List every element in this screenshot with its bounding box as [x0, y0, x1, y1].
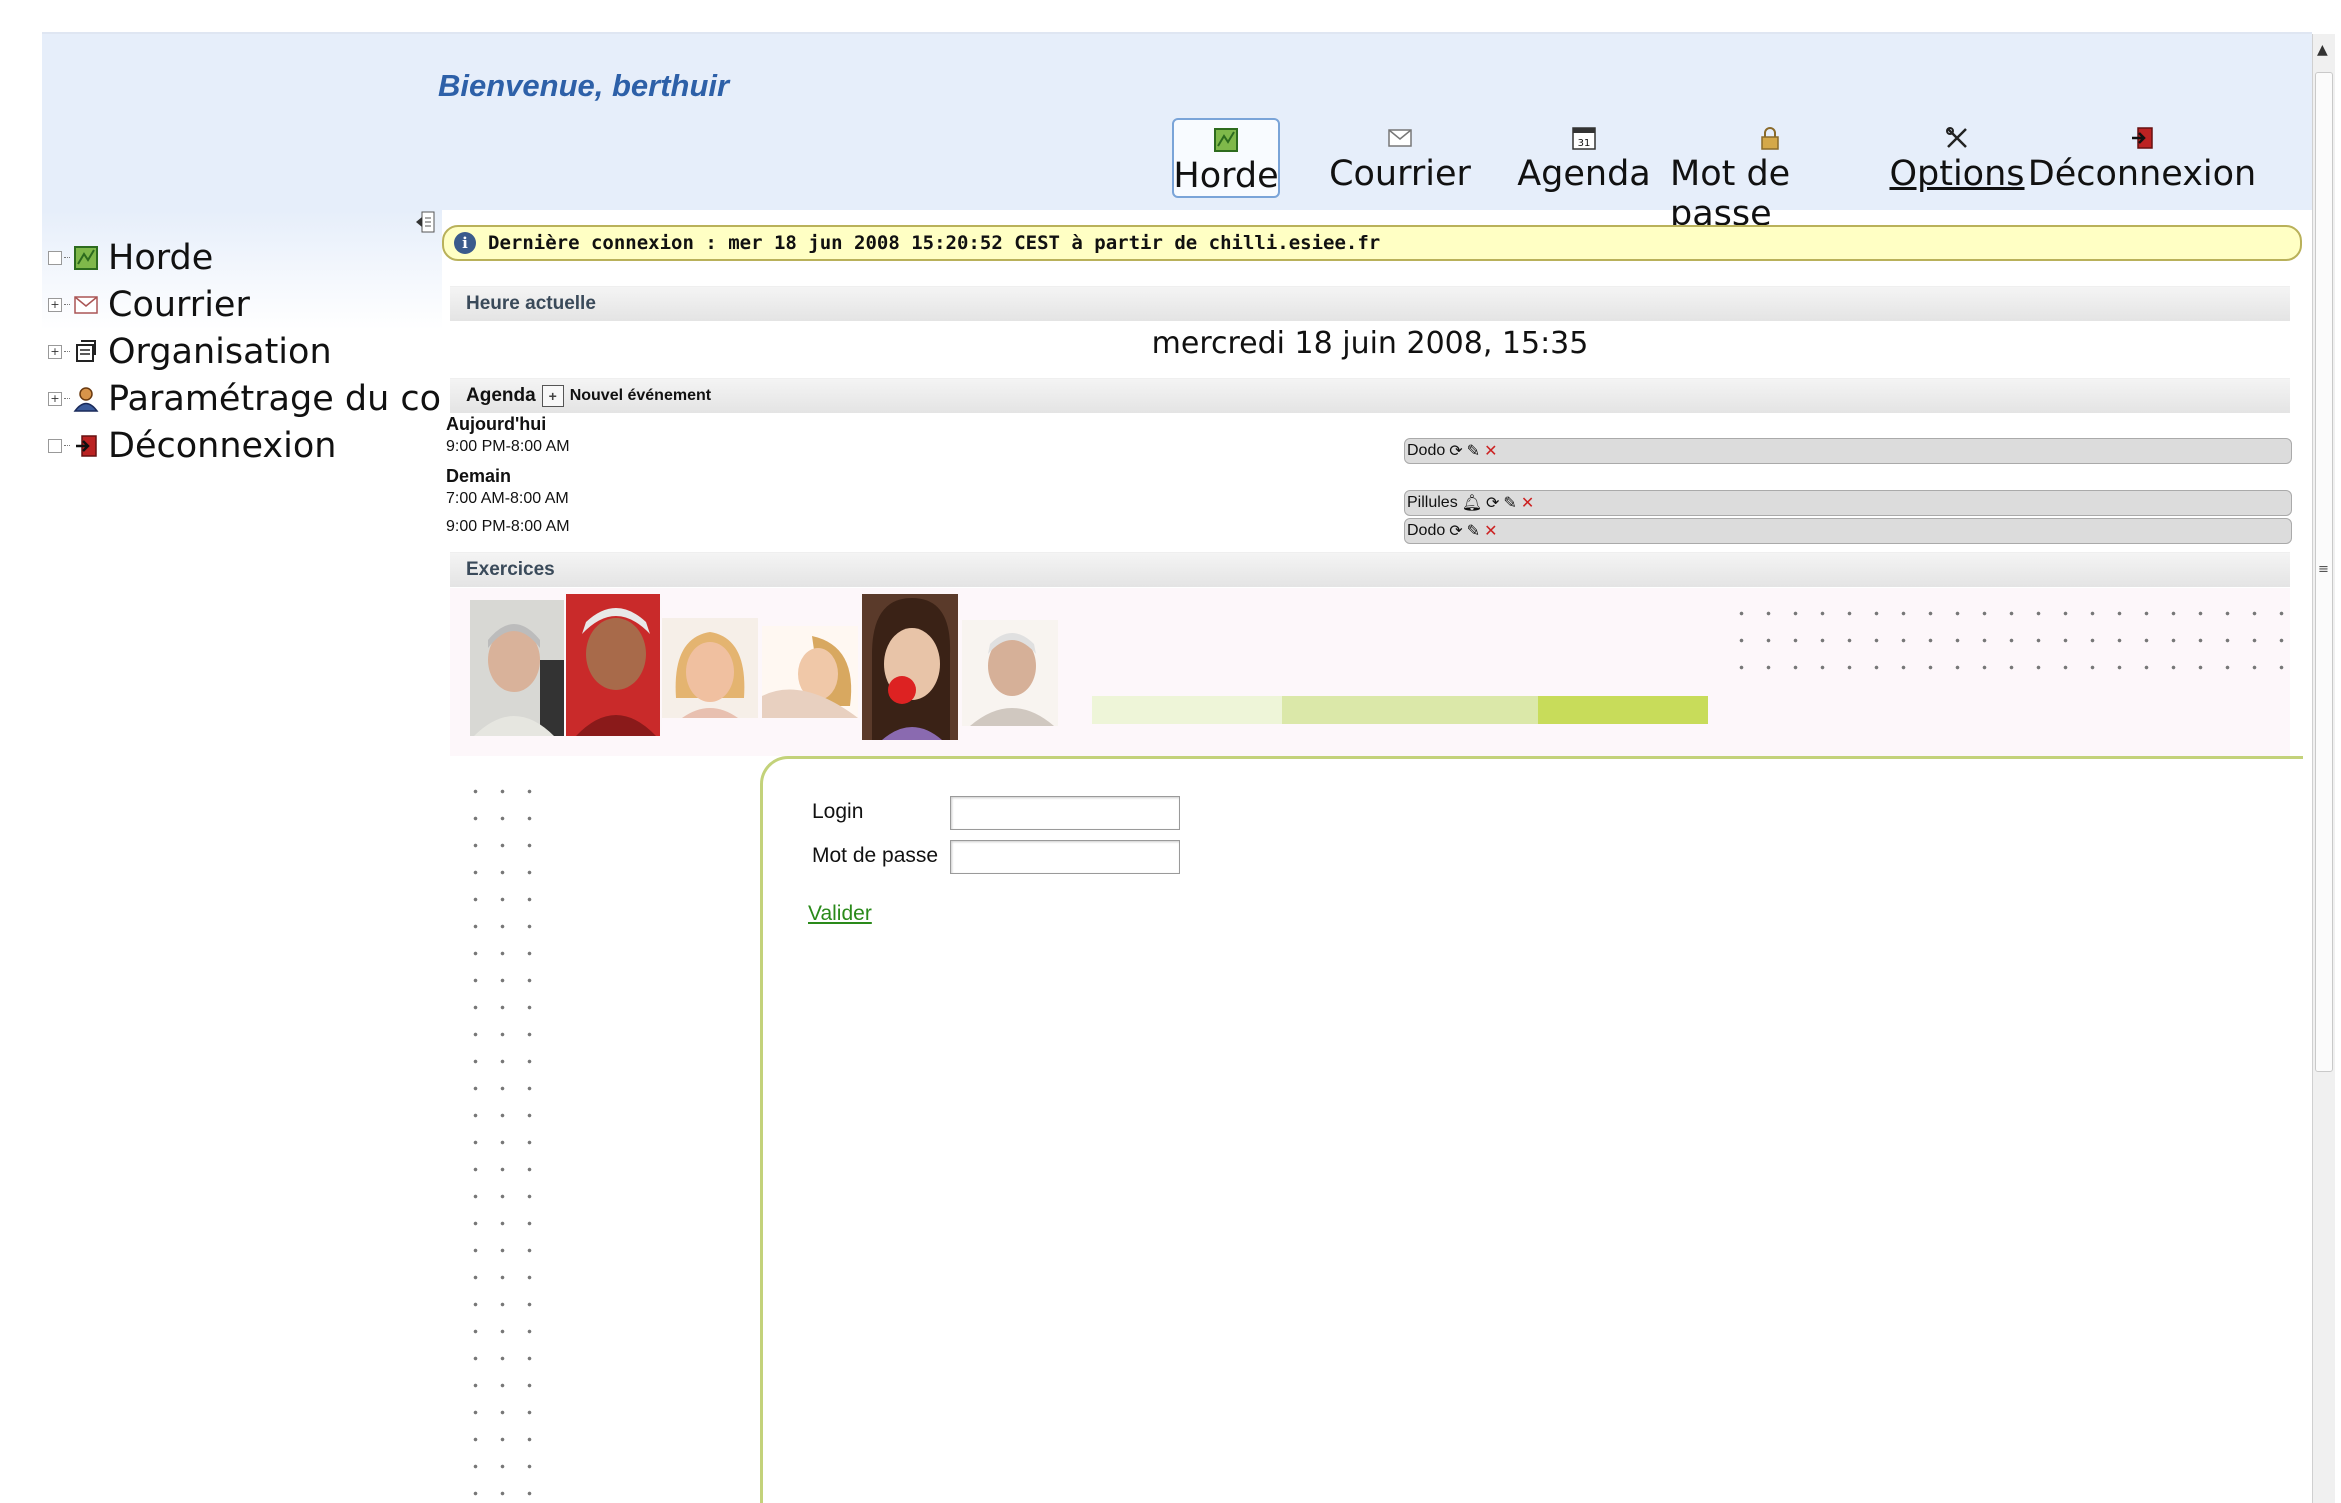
nav-label: Horde: [1173, 156, 1279, 196]
password-input[interactable]: [950, 840, 1180, 874]
grip-icon: ≡: [2318, 562, 2329, 577]
logout-icon: [2130, 126, 2154, 150]
section-title: Agenda: [466, 385, 536, 406]
day-label-tomorrow: Demain: [446, 466, 512, 486]
svg-text:31: 31: [1578, 138, 1591, 149]
event-time: 9:00 PM-8:00 AM: [446, 518, 570, 535]
nav-courrier[interactable]: Courrier: [1310, 118, 1490, 232]
tree-toggle[interactable]: +: [48, 344, 62, 359]
nav-label: Déconnexion: [2027, 154, 2257, 194]
horde-icon: [72, 244, 100, 272]
calendar-icon: 31: [1572, 126, 1596, 150]
sidebar-item-label: Courrier: [108, 284, 250, 325]
section-exercices: Exercices: [450, 552, 2290, 587]
portrait-photo: [662, 618, 758, 718]
nav-label: Options: [1889, 154, 2025, 194]
sidebar-item-organisation[interactable]: + Organisation: [48, 328, 440, 375]
tree-toggle[interactable]: [48, 250, 62, 265]
portrait-photo: [962, 620, 1058, 726]
recurrence-icon: ⟳: [1449, 443, 1463, 460]
sidebar: Horde + Courrier + Organisation + Paramé…: [42, 34, 440, 634]
event-time: 7:00 AM-8:00 AM: [446, 490, 569, 507]
section-title: Exercices: [466, 559, 555, 580]
event-title[interactable]: Dodo: [1407, 442, 1445, 460]
scroll-up-arrow-icon[interactable]: ▲: [2317, 42, 2328, 58]
mail-icon: [1388, 126, 1412, 150]
dot-pattern: [462, 778, 552, 1503]
sidebar-item-parametrage[interactable]: + Paramétrage du compte: [48, 375, 440, 422]
submit-link[interactable]: Valider: [808, 902, 872, 926]
event-pillules[interactable]: Pillules 🔔︎ ⟳ ✎ ✕: [1404, 490, 2292, 516]
sidebar-item-label: Organisation: [108, 331, 332, 372]
tree-toggle[interactable]: +: [48, 391, 62, 406]
nav-label: Mot de passe: [1670, 154, 1791, 234]
portrait-photo: [470, 600, 564, 736]
nav-mot-de-passe[interactable]: Mot de passe: [1670, 118, 1870, 234]
logout-icon: [72, 432, 100, 460]
tree-toggle[interactable]: [48, 438, 62, 453]
tools-icon: [1945, 126, 1969, 150]
event-dodo-tomorrow[interactable]: Dodo ⟳ ✎ ✕: [1404, 518, 2292, 544]
nav-options[interactable]: Options: [1882, 118, 2032, 232]
new-event-link[interactable]: Nouvel événement: [570, 387, 711, 405]
nav-deconnexion[interactable]: Déconnexion: [2028, 118, 2256, 232]
nav-horde[interactable]: Horde: [1172, 118, 1280, 198]
event-time: 9:00 PM-8:00 AM: [446, 438, 570, 455]
sidebar-item-courrier[interactable]: + Courrier: [48, 281, 440, 328]
dot-pattern: [1728, 600, 2298, 684]
alarm-icon: 🔔︎: [1461, 495, 1482, 512]
browser-viewport: Bienvenue, berthuir Horde Courrier 31 Ag…: [42, 34, 2312, 1503]
login-label: Login: [812, 800, 864, 823]
sidebar-item-horde[interactable]: Horde: [48, 234, 440, 281]
edit-icon[interactable]: ✎: [1467, 441, 1480, 461]
banner-text: Dernière connexion : mer 18 jun 2008 15:…: [488, 232, 1381, 254]
welcome-text: Bienvenue, berthuir: [438, 68, 730, 103]
sidebar-item-label: Horde: [108, 237, 214, 278]
portrait-photo: [862, 594, 958, 740]
sidebar-tree: Horde + Courrier + Organisation + Paramé…: [48, 234, 440, 469]
portrait-photo: [762, 626, 858, 718]
progress-segment: [1282, 696, 1538, 724]
sidebar-item-label: Déconnexion: [108, 425, 337, 466]
progress-segment: [1538, 696, 1708, 724]
portrait-photo: [566, 594, 660, 736]
password-label: Mot de passe: [812, 844, 939, 867]
organisation-icon: [72, 338, 100, 366]
event-title[interactable]: Dodo: [1407, 522, 1445, 540]
vertical-scrollbar[interactable]: ▲ ≡: [2312, 34, 2335, 1503]
event-title[interactable]: Pillules: [1407, 494, 1458, 512]
day-label-today: Aujourd'hui: [446, 414, 547, 434]
add-event-icon[interactable]: +: [541, 385, 564, 407]
recurrence-icon: ⟳: [1486, 495, 1500, 512]
mail-icon: [72, 291, 100, 319]
lock-icon: [1758, 126, 1782, 150]
delete-icon[interactable]: ✕: [1484, 521, 1497, 541]
section-agenda: Agenda + Nouvel événement: [450, 378, 2290, 413]
delete-icon[interactable]: ✕: [1521, 493, 1534, 513]
progress-segment: [1092, 696, 1282, 724]
last-login-banner: i Dernière connexion : mer 18 jun 2008 1…: [442, 225, 2302, 261]
section-title: Heure actuelle: [466, 293, 596, 314]
user-settings-icon: [72, 385, 100, 413]
nav-agenda[interactable]: 31 Agenda: [1504, 118, 1664, 232]
tree-toggle[interactable]: +: [48, 297, 62, 312]
nav-label: Agenda: [1517, 154, 1651, 194]
horde-icon: [1214, 128, 1238, 152]
sidebar-item-label: Paramétrage du compte: [108, 378, 440, 419]
sidebar-item-deconnexion[interactable]: Déconnexion: [48, 422, 440, 469]
info-icon: i: [454, 232, 476, 254]
edit-icon[interactable]: ✎: [1503, 493, 1516, 513]
section-heure-actuelle: Heure actuelle: [450, 286, 2290, 321]
nav-label: Courrier: [1329, 154, 1471, 194]
delete-icon[interactable]: ✕: [1484, 441, 1497, 461]
event-dodo-today[interactable]: Dodo ⟳ ✎ ✕: [1404, 438, 2292, 464]
recurrence-icon: ⟳: [1449, 523, 1463, 540]
login-input[interactable]: [950, 796, 1180, 830]
current-time: mercredi 18 juin 2008, 15:35: [1151, 326, 1589, 361]
edit-icon[interactable]: ✎: [1467, 521, 1480, 541]
